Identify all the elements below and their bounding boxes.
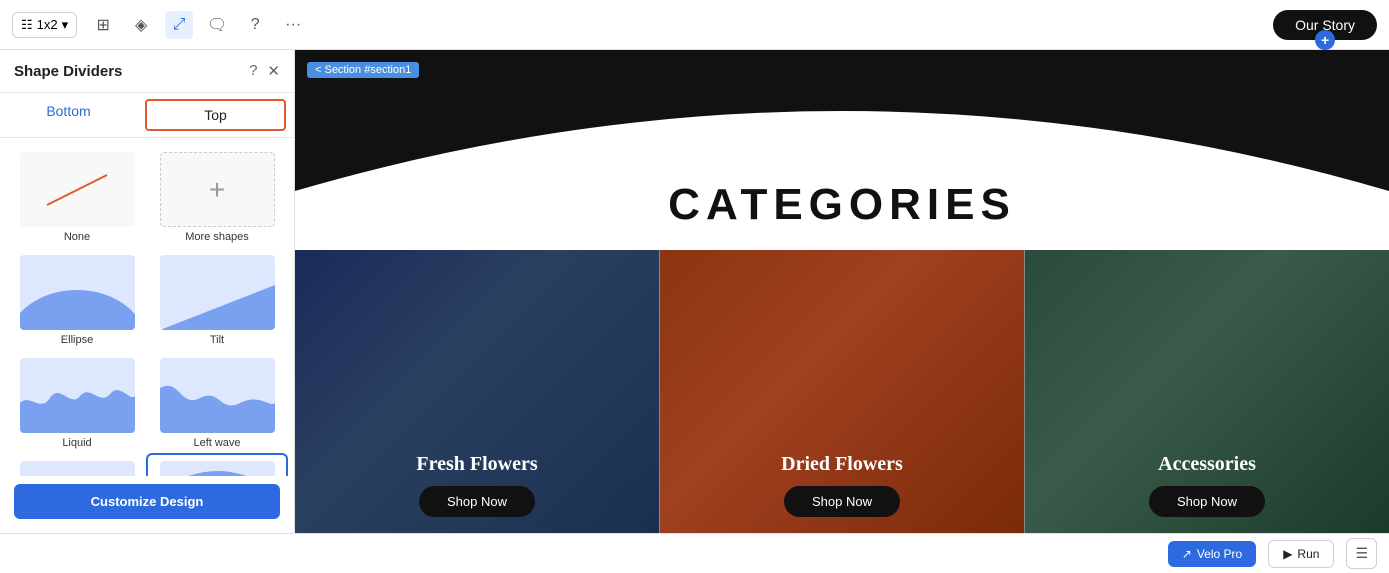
shape-none[interactable]: None	[8, 146, 146, 247]
shape-dividers-panel: Shape Dividers ? ✕ Bottom Top	[0, 50, 295, 533]
help-icon[interactable]: ?	[241, 11, 269, 39]
shape-liquid-preview	[20, 358, 135, 433]
shape-left-wave-preview	[160, 358, 275, 433]
shape-inverted-ellipse-preview	[160, 461, 275, 476]
shape-ellipse[interactable]: Ellipse	[8, 249, 146, 350]
more-icon[interactable]: ···	[279, 11, 307, 39]
shape-none-label: None	[64, 231, 90, 243]
grid-small-icon: ☷	[21, 17, 33, 33]
shape-ellipse-label: Ellipse	[61, 334, 93, 346]
tab-bottom[interactable]: Bottom	[0, 93, 137, 137]
category-cards: Fresh Flowers Shop Now Dried Flowers Sho…	[295, 250, 1389, 533]
shape-tabs: Bottom Top	[0, 93, 294, 138]
stretch-icon[interactable]: ⤢	[165, 11, 193, 39]
panel-close-icon[interactable]: ✕	[267, 62, 280, 80]
card-accessories-content: Accessories Shop Now	[1149, 453, 1265, 517]
external-link-icon: ↗	[1182, 547, 1192, 561]
toolbar-icons: ⊞ ◈ ⤢ 🗨 ? ···	[89, 11, 307, 39]
add-section-icon[interactable]: ⊞	[89, 11, 117, 39]
main-layout: Shape Dividers ? ✕ Bottom Top	[0, 50, 1389, 533]
settings-button[interactable]: ☰	[1346, 538, 1377, 569]
nav-pill[interactable]: Our Story +	[1273, 10, 1377, 40]
shop-now-accessories[interactable]: Shop Now	[1149, 486, 1265, 517]
shape-more-preview: +	[160, 152, 275, 227]
shape-tilt[interactable]: Tilt	[148, 249, 286, 350]
panel-help-icon[interactable]: ?	[249, 62, 257, 80]
shape-liquid[interactable]: Liquid	[8, 352, 146, 453]
shape-left-wave-label: Left wave	[193, 437, 240, 449]
shape-left-wave[interactable]: Left wave	[148, 352, 286, 453]
section-select-label: 1x2	[37, 17, 58, 32]
comment-icon[interactable]: 🗨	[203, 11, 231, 39]
nav-pill-plus-icon[interactable]: +	[1315, 30, 1335, 50]
card-fresh-flowers: Fresh Flowers Shop Now	[295, 250, 660, 533]
categories-title: CATEGORIES	[668, 180, 1016, 229]
card-fresh-flowers-content: Fresh Flowers Shop Now	[416, 453, 537, 517]
section-label: < Section #section1	[307, 62, 419, 78]
card-accessories: Accessories Shop Now	[1025, 250, 1389, 533]
shape-none-preview	[20, 152, 135, 227]
shape-tilt-label: Tilt	[210, 334, 224, 346]
shop-now-fresh-flowers[interactable]: Shop Now	[419, 486, 535, 517]
shape-tilt-preview	[160, 255, 275, 330]
chevron-down-icon: ▾	[62, 17, 69, 33]
card-dried-flowers-content: Dried Flowers Shop Now	[781, 453, 903, 517]
shape-paint-scribble-preview	[20, 461, 135, 476]
run-button[interactable]: ▶ Run	[1268, 540, 1334, 568]
shape-more-label: More shapes	[185, 231, 249, 243]
play-icon: ▶	[1283, 547, 1292, 561]
shape-ellipse-preview	[20, 255, 135, 330]
card-dried-flowers: Dried Flowers Shop Now	[660, 250, 1025, 533]
panel-header: Shape Dividers ? ✕	[0, 50, 294, 93]
card-dried-flowers-title: Dried Flowers	[781, 453, 903, 476]
card-accessories-title: Accessories	[1149, 453, 1265, 476]
shop-now-dried-flowers[interactable]: Shop Now	[784, 486, 900, 517]
velo-pro-button[interactable]: ↗ Velo Pro	[1168, 541, 1256, 567]
shape-grid: None + More shapes Ellipse	[0, 138, 294, 476]
tab-top[interactable]: Top	[145, 99, 286, 131]
bottom-bar: ↗ Velo Pro ▶ Run ☰	[0, 533, 1389, 573]
top-toolbar: ☷ 1x2 ▾ ⊞ ◈ ⤢ 🗨 ? ··· Our Story +	[0, 0, 1389, 50]
section-select[interactable]: ☷ 1x2 ▾	[12, 12, 77, 38]
layers-icon[interactable]: ◈	[127, 11, 155, 39]
panel-title: Shape Dividers	[14, 63, 122, 80]
shape-paint-scribble[interactable]: Paint scribble	[8, 455, 146, 476]
customize-design-button[interactable]: Customize Design	[14, 484, 280, 519]
panel-header-icons: ? ✕	[249, 62, 280, 80]
card-fresh-flowers-title: Fresh Flowers	[416, 453, 537, 476]
canvas-area: < Section #section1 CATEGORIES Fresh Flo…	[295, 50, 1389, 533]
shape-more[interactable]: + More shapes	[148, 146, 286, 247]
shape-liquid-label: Liquid	[62, 437, 91, 449]
shape-inverted-ellipse[interactable]: Inverted ellipse ↖	[148, 455, 286, 476]
